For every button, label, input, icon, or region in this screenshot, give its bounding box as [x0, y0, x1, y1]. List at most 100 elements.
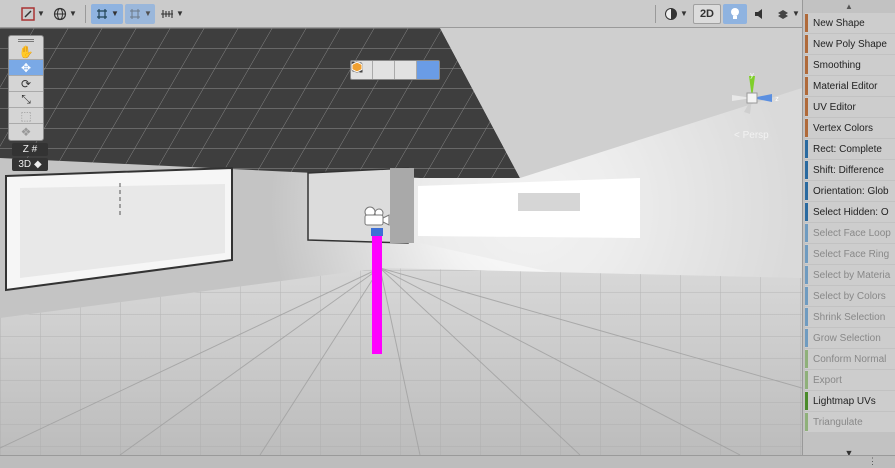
lighting-toggle-button[interactable]	[723, 3, 747, 24]
audio-icon	[755, 8, 762, 19]
probuilder-action-select-hidden-o[interactable]: Select Hidden: O	[805, 202, 895, 222]
scene-viewport[interactable]: y z < Persp	[0, 28, 802, 455]
probuilder-action-shift-difference[interactable]: Shift: Difference	[805, 160, 895, 180]
category-color-bar	[805, 35, 808, 53]
axis-gizmo-icon: y z	[732, 72, 779, 114]
probuilder-action-lightmap-uvs[interactable]: Lightmap UVs	[805, 391, 895, 411]
transform-tool-button[interactable]: ❖	[9, 124, 43, 140]
probuilder-action-orientation-glob[interactable]: Orientation: Glob	[805, 181, 895, 201]
probuilder-action-uv-editor[interactable]: UV Editor	[805, 97, 895, 117]
snap-increment-button[interactable]: ▼	[125, 3, 155, 24]
shield-icon: ◆	[33, 159, 42, 170]
hand-tool-button[interactable]: ✋	[9, 44, 43, 60]
chevron-down-icon: ▼	[37, 9, 45, 18]
move-tool-icon: ✥	[20, 60, 32, 75]
probuilder-action-smoothing[interactable]: Smoothing	[805, 55, 895, 75]
ruler-button[interactable]: ▼	[157, 4, 187, 24]
grid-snap-button[interactable]: ▼	[91, 3, 123, 24]
rotate-tool-button[interactable]: ⟳	[9, 76, 43, 92]
probuilder-action-rect-complete[interactable]: Rect: Complete	[805, 139, 895, 159]
2d-toggle-button[interactable]: 2D	[692, 3, 721, 24]
gizmo-toggle-button[interactable]: ▼	[18, 4, 48, 24]
effects-button[interactable]: ▼	[773, 4, 803, 24]
action-label: Vertex Colors	[813, 122, 874, 134]
globe-icon	[53, 7, 67, 20]
resize-grip-icon[interactable]: ⋮	[868, 456, 877, 467]
action-label: Shift: Difference	[813, 164, 884, 176]
category-color-bar	[805, 266, 808, 284]
rect-tool-icon: ⬚	[20, 108, 32, 123]
status-bar: ⋮	[0, 455, 895, 468]
category-color-bar	[805, 245, 808, 263]
probuilder-action-select-by-materia[interactable]: Select by Materia	[805, 265, 895, 285]
category-color-bar	[805, 14, 808, 32]
vertex-mode-button[interactable]	[351, 61, 395, 79]
3d-label: 3D	[18, 159, 32, 170]
action-label: Grow Selection	[813, 332, 881, 344]
probuilder-action-shrink-selection[interactable]: Shrink Selection	[805, 307, 895, 327]
scroll-up-icon[interactable]: ▲	[803, 0, 895, 12]
probuilder-mode-toolbar	[350, 60, 440, 80]
action-label: Select by Materia	[813, 269, 891, 281]
chevron-down-icon: ▼	[111, 9, 119, 18]
face-mode-button[interactable]	[351, 61, 439, 79]
edge-mode-button[interactable]	[351, 61, 417, 79]
probuilder-action-select-face-loop[interactable]: Select Face Loop	[805, 223, 895, 243]
3d-toggle-button[interactable]: 3D ◆	[12, 158, 48, 171]
category-color-bar	[805, 182, 808, 200]
category-color-bar	[805, 98, 808, 116]
tools-overlay: ✋ ✥ ⟳ ⤡ ⬚ ❖	[8, 35, 44, 141]
category-color-bar	[805, 119, 808, 137]
probuilder-action-grow-selection[interactable]: Grow Selection	[805, 328, 895, 348]
hand-tool-icon: ✋	[18, 44, 34, 59]
category-color-bar	[805, 350, 808, 368]
transform-tool-icon: ❖	[20, 125, 32, 139]
snap-increment-icon	[130, 8, 141, 19]
action-label: UV Editor	[813, 101, 856, 113]
svg-text:z: z	[775, 96, 779, 103]
probuilder-action-new-shape[interactable]: New Shape	[805, 13, 895, 33]
category-color-bar	[805, 140, 808, 158]
scale-tool-button[interactable]: ⤡	[9, 92, 43, 108]
grid-snap-icon	[97, 8, 108, 19]
shading-mode-button[interactable]: ▼	[661, 4, 691, 24]
toolbar-divider	[654, 4, 656, 23]
category-color-bar	[805, 371, 808, 389]
probuilder-action-export[interactable]: Export	[805, 370, 895, 390]
category-color-bar	[805, 413, 808, 431]
scale-tool-icon: ⤡	[21, 92, 31, 106]
move-tool-button[interactable]: ✥	[9, 60, 43, 76]
chevron-down-icon: ▼	[792, 9, 800, 18]
chevron-down-icon: ▼	[176, 9, 184, 18]
scene-render	[0, 28, 802, 455]
chevron-down-icon: ▼	[69, 9, 77, 18]
ruler-icon	[161, 9, 174, 18]
probuilder-action-select-by-colors[interactable]: Select by Colors	[805, 286, 895, 306]
probuilder-action-conform-normal[interactable]: Conform Normal	[805, 349, 895, 369]
rect-tool-button[interactable]: ⬚	[9, 108, 43, 124]
action-label: New Poly Shape	[813, 38, 887, 50]
z-tool-button[interactable]: Z #	[12, 143, 48, 156]
unity-editor: ▼ ▼ ▼ ▼ ▼ ▼ 2D ▼ y z < Persp ✋ ✥ ⟳ ⤡ ⬚ ❖…	[0, 0, 895, 468]
global-button[interactable]: ▼	[50, 4, 80, 24]
chevron-down-icon: ▼	[679, 9, 688, 18]
action-label: Export	[813, 374, 842, 386]
face-mode-icon	[351, 61, 363, 73]
audio-toggle-button[interactable]	[749, 4, 771, 24]
svg-text:y: y	[750, 72, 754, 79]
rotate-tool-icon: ⟳	[20, 76, 32, 91]
action-label: New Shape	[813, 17, 865, 29]
action-label: Select Face Loop	[813, 227, 891, 239]
category-color-bar	[805, 308, 808, 326]
action-label: Select Face Ring	[813, 248, 890, 260]
overlay-grip-icon[interactable]	[9, 36, 43, 44]
probuilder-action-triangulate[interactable]: Triangulate	[805, 412, 895, 432]
toolbar-divider	[85, 4, 86, 23]
category-color-bar	[805, 224, 808, 242]
projection-label[interactable]: < Persp	[734, 130, 769, 141]
probuilder-action-material-editor[interactable]: Material Editor	[805, 76, 895, 96]
orientation-gizmo[interactable]: y z	[722, 68, 782, 128]
probuilder-action-select-face-ring[interactable]: Select Face Ring	[805, 244, 895, 264]
probuilder-action-vertex-colors[interactable]: Vertex Colors	[805, 118, 895, 138]
probuilder-action-new-poly-shape[interactable]: New Poly Shape	[805, 34, 895, 54]
